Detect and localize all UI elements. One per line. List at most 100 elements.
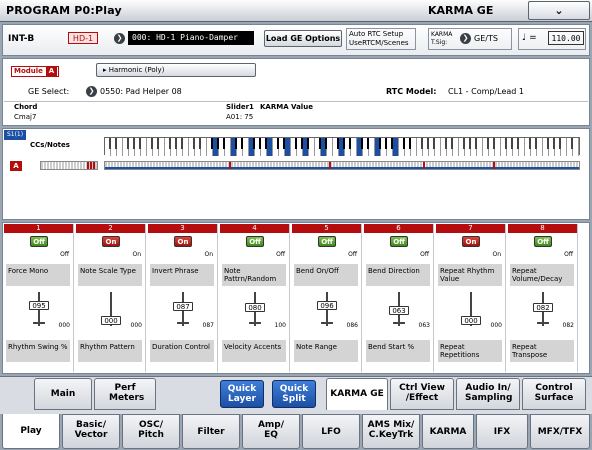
control-column: 8 Off Off Repeat Volume/Decay 082 082 Re… <box>508 224 578 372</box>
bank-code-badge[interactable]: HD-1 <box>68 32 98 44</box>
column-number: 6 <box>364 224 433 233</box>
slider-label: Slider1 <box>226 103 254 111</box>
slider-base <box>321 322 333 324</box>
tab-play[interactable]: Play <box>2 414 60 449</box>
slider-value-box[interactable]: 063 <box>389 306 409 315</box>
slider-parameter-label: Velocity Accents <box>222 340 286 362</box>
switch-state: Off <box>60 251 69 258</box>
switch-state: Off <box>564 251 573 258</box>
column-number: 3 <box>148 224 217 233</box>
note-lane <box>104 161 580 170</box>
tab-karma[interactable]: KARMA <box>422 414 474 449</box>
control-column: 6 Off Off Bend Direction 063 063 Bend St… <box>364 224 434 372</box>
note-marker <box>329 162 331 169</box>
tab-lfo[interactable]: LFO <box>302 414 360 449</box>
slider-base <box>537 322 549 324</box>
slider-value-box[interactable]: 082 <box>533 303 553 312</box>
rtc-model-value: CL1 - Comp/Lead 1 <box>448 87 525 96</box>
note-marker <box>493 162 495 169</box>
ccs-notes-label: CCs/Notes <box>30 141 70 149</box>
rtc-model-label: RTC Model: <box>386 87 437 96</box>
note-marker <box>229 162 231 169</box>
switch-parameter-label: Bend On/Off <box>294 264 358 286</box>
tab-filter[interactable]: Filter <box>182 414 240 449</box>
tab-amp-eq-label: Amp/ EQ <box>257 420 285 440</box>
slider-base <box>249 322 261 324</box>
slider-side-value: 000 <box>58 322 70 329</box>
column-number: 1 <box>4 224 73 233</box>
tab-basic-vector[interactable]: Basic/ Vector <box>62 414 120 449</box>
switch-parameter-label: Note Pattrn/Random <box>222 264 286 286</box>
tab-ifx-label: IFX <box>493 427 511 437</box>
tempo-symbol: ♩ = <box>522 33 537 43</box>
auto-rtc-setup-label: Auto RTC Setup <box>349 30 404 38</box>
switch-parameter-label: Note Scale Type <box>78 264 142 286</box>
switch-button[interactable]: Off <box>246 236 264 247</box>
slider-value: A01: 75 <box>226 113 254 121</box>
slider-value-box[interactable]: 095 <box>29 301 49 310</box>
tab-karma-ge[interactable]: KARMA GE <box>326 378 388 410</box>
white-key <box>573 138 579 156</box>
tab-ifx[interactable]: IFX <box>476 414 528 449</box>
ge-select-value[interactable]: 0550: Pad Helper 08 <box>100 87 182 96</box>
slider-value-box[interactable]: 000 <box>461 316 481 325</box>
tab-lfo-label: LFO <box>321 427 341 437</box>
karma-value-label: KARMA Value <box>260 103 313 111</box>
tab-mfx-tfx-label: MFX/TFX <box>537 427 583 437</box>
ge-select-label: GE Select: <box>28 87 70 96</box>
switch-button[interactable]: On <box>462 236 480 247</box>
slider-value-box[interactable]: 087 <box>173 302 193 311</box>
tab-mfx-tfx[interactable]: MFX/TFX <box>530 414 590 449</box>
module-letter: A <box>46 67 57 76</box>
switch-state: On <box>132 251 141 258</box>
tab-ams-mix-label: AMS Mix/ C.KeyTrk <box>367 420 415 440</box>
tab-filter-label: Filter <box>197 427 225 437</box>
switch-button[interactable]: Off <box>318 236 336 247</box>
tab-ams-mix[interactable]: AMS Mix/ C.KeyTrk <box>362 414 420 449</box>
page-menu-button[interactable]: ⌄ <box>528 1 590 20</box>
tab-ctrl-view-effect[interactable]: Ctrl View /Effect <box>390 378 454 410</box>
note-marker <box>90 162 92 169</box>
switch-state: On <box>492 251 501 258</box>
slider-value-box[interactable]: 096 <box>317 301 337 310</box>
slider-value-box[interactable]: 000 <box>101 316 121 325</box>
switch-state: Off <box>276 251 285 258</box>
switch-button[interactable]: On <box>102 236 120 247</box>
auto-rtc-setup-sub: UseRTCM/Scenes <box>349 39 409 47</box>
column-number: 5 <box>292 224 361 233</box>
tab-osc-pitch[interactable]: OSC/ Pitch <box>122 414 180 449</box>
switch-button[interactable]: On <box>174 236 192 247</box>
control-column: 3 On On Invert Phrase 087 087 Duration C… <box>148 224 218 372</box>
switch-button[interactable]: Off <box>534 236 552 247</box>
switch-button[interactable]: Off <box>30 236 48 247</box>
module-divider <box>4 101 588 102</box>
note-marker <box>87 162 89 169</box>
switch-state: Off <box>420 251 429 258</box>
tab-main[interactable]: Main <box>34 378 92 410</box>
note-marker <box>423 162 425 169</box>
column-number: 7 <box>436 224 505 233</box>
tab-ctrl-view-effect-label: Ctrl View /Effect <box>399 383 445 403</box>
tab-control-surface[interactable]: Control Surface <box>522 378 586 410</box>
tab-control-surface-label: Control Surface <box>534 383 574 403</box>
mode-label: KARMA GE <box>428 4 494 17</box>
auto-rtc-setup-box[interactable]: Auto RTC Setup UseRTCM/Scenes <box>346 28 416 50</box>
tab-perf-meters[interactable]: Perf Meters <box>94 378 156 410</box>
quick-layer-button[interactable]: Quick Layer <box>220 380 264 408</box>
tab-osc-pitch-label: OSC/ Pitch <box>138 420 164 440</box>
slider-value-box[interactable]: 080 <box>245 303 265 312</box>
program-select-arrow-icon[interactable]: ❯ <box>114 33 125 44</box>
tempo-field[interactable]: 110.00 <box>548 31 584 45</box>
tab-amp-eq[interactable]: Amp/ EQ <box>242 414 300 449</box>
switch-button[interactable]: Off <box>390 236 408 247</box>
program-name-field[interactable]: 000: HD-1 Piano-Damper <box>128 31 254 45</box>
slider-base <box>177 322 189 324</box>
quick-split-button[interactable]: Quick Split <box>272 380 316 408</box>
harmonic-select-button[interactable]: ▸ Harmonic (Poly) <box>96 63 256 77</box>
ge-select-arrow-icon[interactable]: ❯ <box>86 86 97 97</box>
slider-side-value: 000 <box>130 322 142 329</box>
tab-audio-in-sampling[interactable]: Audio In/ Sampling <box>456 378 520 410</box>
load-ge-options-button[interactable]: Load GE Options <box>264 30 342 47</box>
harmonic-label: Harmonic (Poly) <box>108 66 165 74</box>
tsig-arrow-icon[interactable]: ❯ <box>460 33 471 44</box>
